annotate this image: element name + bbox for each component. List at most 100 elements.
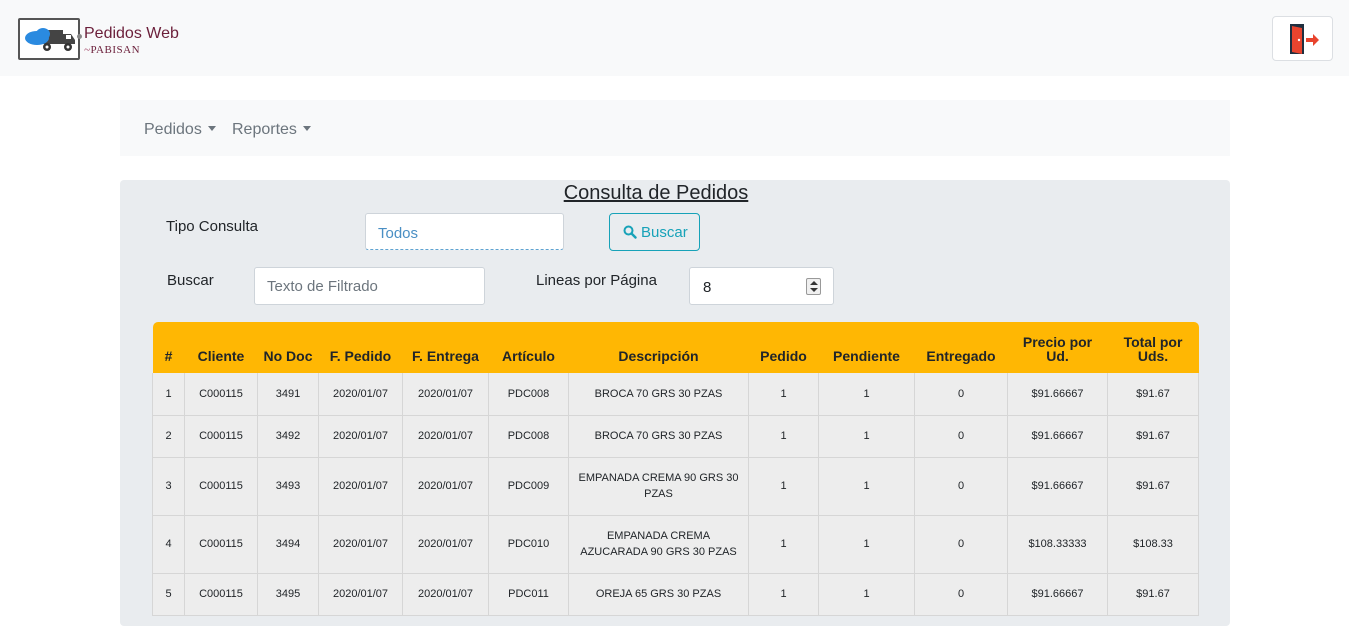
cell-descripcion: EMPANADA CREMA AZUCARADA 90 GRS 30 PZAS bbox=[568, 515, 749, 574]
table-row[interactable]: 3 C000115 3493 2020/01/07 2020/01/07 PDC… bbox=[152, 457, 1199, 516]
cell-entregado: 0 bbox=[914, 457, 1008, 516]
cell-f-entrega: 2020/01/07 bbox=[402, 515, 489, 574]
cell-pedido: 1 bbox=[748, 457, 819, 516]
cell-pendiente: 1 bbox=[818, 373, 915, 416]
cell-cliente: C000115 bbox=[184, 415, 258, 458]
logo-title: Pedidos Web bbox=[84, 25, 179, 42]
col-header-total-uds[interactable]: Total por Uds. bbox=[1108, 322, 1199, 373]
col-header-number[interactable]: # bbox=[153, 322, 185, 373]
cell-number: 1 bbox=[152, 373, 185, 416]
cell-number: 4 bbox=[152, 515, 185, 574]
cell-f-pedido: 2020/01/07 bbox=[318, 373, 403, 416]
cell-precio-ud: $108.33333 bbox=[1007, 515, 1108, 574]
cell-f-entrega: 2020/01/07 bbox=[402, 415, 489, 458]
nav-item-reportes[interactable]: Reportes bbox=[232, 121, 311, 139]
top-bar: Pedidos Web ~PABISAN bbox=[0, 0, 1349, 76]
spinner-down-icon[interactable] bbox=[810, 288, 818, 292]
cell-cliente: C000115 bbox=[184, 373, 258, 416]
lineas-value: 8 bbox=[703, 279, 712, 296]
cell-precio-ud: $91.66667 bbox=[1007, 457, 1108, 516]
nav-item-pedidos[interactable]: Pedidos bbox=[144, 121, 216, 139]
cell-f-pedido: 2020/01/07 bbox=[318, 415, 403, 458]
logout-button[interactable] bbox=[1272, 16, 1333, 61]
cell-total-uds: $91.67 bbox=[1107, 457, 1199, 516]
col-header-articulo[interactable]: Artículo bbox=[489, 322, 569, 373]
cell-pendiente: 1 bbox=[818, 573, 915, 616]
col-header-entregado[interactable]: Entregado bbox=[915, 322, 1008, 373]
cell-articulo: PDC009 bbox=[488, 457, 569, 516]
col-header-f-pedido[interactable]: F. Pedido bbox=[319, 322, 403, 373]
cell-descripcion: OREJA 65 GRS 30 PZAS bbox=[568, 573, 749, 616]
tipo-consulta-select[interactable]: Todos bbox=[365, 213, 564, 250]
cell-descripcion: EMPANADA CREMA 90 GRS 30 PZAS bbox=[568, 457, 749, 516]
spinner-up-icon[interactable] bbox=[810, 281, 818, 285]
col-header-f-entrega[interactable]: F. Entrega bbox=[403, 322, 489, 373]
cell-no-doc: 3493 bbox=[257, 457, 319, 516]
cell-cliente: C000115 bbox=[184, 457, 258, 516]
page-title: Consulta de Pedidos bbox=[563, 182, 749, 204]
col-header-descripcion[interactable]: Descripción bbox=[569, 322, 749, 373]
cell-no-doc: 3494 bbox=[257, 515, 319, 574]
number-spinner[interactable] bbox=[806, 278, 821, 295]
cell-no-doc: 3495 bbox=[257, 573, 319, 616]
col-header-pedido[interactable]: Pedido bbox=[749, 322, 819, 373]
orders-table: # Cliente No Doc F. Pedido F. Entrega Ar… bbox=[152, 322, 1199, 616]
cell-entregado: 0 bbox=[914, 515, 1008, 574]
col-header-no-doc[interactable]: No Doc bbox=[258, 322, 319, 373]
cell-pendiente: 1 bbox=[818, 415, 915, 458]
cell-f-pedido: 2020/01/07 bbox=[318, 573, 403, 616]
search-button-label: Buscar bbox=[641, 223, 688, 241]
search-button[interactable]: Buscar bbox=[609, 213, 700, 251]
cell-descripcion: BROCA 70 GRS 30 PZAS bbox=[568, 373, 749, 416]
nav-item-label: Pedidos bbox=[144, 121, 202, 138]
col-header-cliente[interactable]: Cliente bbox=[185, 322, 258, 373]
cell-precio-ud: $91.66667 bbox=[1007, 573, 1108, 616]
cell-number: 3 bbox=[152, 457, 185, 516]
tipo-consulta-label: Tipo Consulta bbox=[166, 218, 258, 235]
cell-total-uds: $91.67 bbox=[1107, 573, 1199, 616]
logo-subtitle-text: PABISAN bbox=[90, 44, 141, 56]
col-header-precio-ud[interactable]: Precio por Ud. bbox=[1008, 322, 1108, 373]
nav-item-label: Reportes bbox=[232, 121, 297, 138]
cell-no-doc: 3492 bbox=[257, 415, 319, 458]
delivery-truck-icon bbox=[18, 18, 80, 60]
cell-total-uds: $91.67 bbox=[1107, 415, 1199, 458]
cell-f-entrega: 2020/01/07 bbox=[402, 457, 489, 516]
table-row[interactable]: 2 C000115 3492 2020/01/07 2020/01/07 PDC… bbox=[152, 415, 1199, 458]
cell-pedido: 1 bbox=[748, 573, 819, 616]
cell-articulo: PDC010 bbox=[488, 515, 569, 574]
col-header-pendiente[interactable]: Pendiente bbox=[819, 322, 915, 373]
cell-cliente: C000115 bbox=[184, 573, 258, 616]
cell-entregado: 0 bbox=[914, 573, 1008, 616]
table-row[interactable]: 5 C000115 3495 2020/01/07 2020/01/07 PDC… bbox=[152, 573, 1199, 616]
orders-table-container: # Cliente No Doc F. Pedido F. Entrega Ar… bbox=[152, 322, 1199, 616]
table-row[interactable]: 1 C000115 3491 2020/01/07 2020/01/07 PDC… bbox=[152, 373, 1199, 416]
logo-dot bbox=[77, 34, 82, 39]
cell-articulo: PDC008 bbox=[488, 415, 569, 458]
lineas-por-pagina-label: Lineas por Página bbox=[536, 272, 657, 289]
table-row[interactable]: 4 C000115 3494 2020/01/07 2020/01/07 PDC… bbox=[152, 515, 1199, 574]
cell-f-entrega: 2020/01/07 bbox=[402, 373, 489, 416]
cell-entregado: 0 bbox=[914, 373, 1008, 416]
cell-pendiente: 1 bbox=[818, 457, 915, 516]
caret-down-icon bbox=[207, 126, 216, 131]
cell-articulo: PDC008 bbox=[488, 373, 569, 416]
cell-pendiente: 1 bbox=[818, 515, 915, 574]
cell-number: 2 bbox=[152, 415, 185, 458]
cell-f-pedido: 2020/01/07 bbox=[318, 515, 403, 574]
lineas-por-pagina-input[interactable]: 8 bbox=[689, 267, 834, 305]
search-icon bbox=[623, 225, 637, 239]
cell-number: 5 bbox=[152, 573, 185, 616]
cell-f-entrega: 2020/01/07 bbox=[402, 573, 489, 616]
app-logo[interactable]: Pedidos Web ~PABISAN bbox=[18, 17, 179, 63]
cell-total-uds: $108.33 bbox=[1107, 515, 1199, 574]
cell-total-uds: $91.67 bbox=[1107, 373, 1199, 416]
cell-no-doc: 3491 bbox=[257, 373, 319, 416]
cell-f-pedido: 2020/01/07 bbox=[318, 457, 403, 516]
table-header-row: # Cliente No Doc F. Pedido F. Entrega Ar… bbox=[152, 322, 1199, 373]
cell-descripcion: BROCA 70 GRS 30 PZAS bbox=[568, 415, 749, 458]
cell-precio-ud: $91.66667 bbox=[1007, 415, 1108, 458]
filter-input[interactable] bbox=[254, 267, 485, 305]
cell-precio-ud: $91.66667 bbox=[1007, 373, 1108, 416]
exit-door-icon bbox=[1290, 24, 1319, 54]
